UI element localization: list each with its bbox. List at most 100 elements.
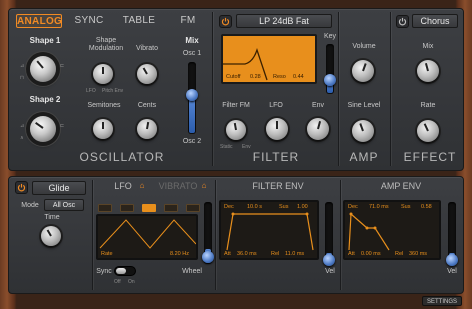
shape2-knob[interactable] bbox=[30, 116, 56, 142]
effect-section-title: EFFECT bbox=[403, 150, 457, 164]
effect-type-select[interactable]: Chorus bbox=[412, 14, 458, 28]
sine-level-label: Sine Level bbox=[347, 102, 381, 109]
tab-sync[interactable]: SYNC bbox=[72, 14, 106, 28]
cents-knob[interactable] bbox=[137, 119, 157, 139]
settings-button[interactable]: SETTINGS bbox=[421, 296, 462, 306]
volume-knob[interactable] bbox=[352, 60, 374, 82]
lfo-wheel-slider-cap[interactable] bbox=[202, 251, 214, 263]
effect-rate-knob[interactable] bbox=[417, 120, 439, 142]
filter-env-dec-label: Dec bbox=[224, 204, 234, 210]
glide-mode-select[interactable]: All Osc bbox=[44, 199, 84, 211]
volume-label: Volume bbox=[352, 43, 376, 50]
lfo-display[interactable]: Rate 8.20 Hz bbox=[96, 214, 198, 260]
divider-glide-lfo bbox=[92, 180, 93, 290]
cents-label: Cents bbox=[137, 102, 157, 109]
amp-env-att-label: Att bbox=[348, 251, 355, 257]
lfo-wave-triangle-icon[interactable] bbox=[142, 204, 156, 212]
shape2-label: Shape 2 bbox=[29, 95, 61, 104]
filter-env-knob[interactable] bbox=[307, 118, 329, 140]
divider-filter-amp bbox=[338, 12, 339, 166]
filter-env-vel-label: Vel bbox=[325, 268, 335, 275]
glide-time-label: Time bbox=[44, 214, 60, 221]
filter-env-rel-value: 11.0 ms bbox=[285, 251, 305, 257]
amp-env-sus-value: 0.58 bbox=[421, 204, 432, 210]
amp-env-title: AMP ENV bbox=[380, 181, 422, 191]
reso-label: Reso bbox=[273, 74, 286, 80]
osc2-label: Osc 2 bbox=[182, 138, 202, 145]
divider-filterenv-ampenv bbox=[340, 180, 341, 290]
lfo-sync-toggle[interactable] bbox=[114, 266, 136, 276]
key-slider-cap[interactable] bbox=[324, 74, 336, 86]
tab-table[interactable]: TABLE bbox=[118, 14, 160, 28]
lfo-sync-off-label: Off bbox=[114, 279, 121, 285]
reso-value: 0.44 bbox=[293, 74, 304, 80]
key-label: Key bbox=[323, 33, 337, 40]
semitones-knob[interactable] bbox=[93, 119, 113, 139]
lfo-mod-icon[interactable]: ⌂ bbox=[138, 181, 146, 190]
filter-env-display[interactable]: Dec 10.0 s Sus 1.00 Att 36.0 ms Rel 11.0… bbox=[219, 200, 319, 260]
sine-level-knob[interactable] bbox=[352, 120, 374, 142]
amp-env-vel-slider-cap[interactable] bbox=[446, 254, 458, 266]
vibrato-knob[interactable] bbox=[137, 64, 157, 84]
amp-section-title: AMP bbox=[349, 150, 379, 164]
shape1-label: Shape 1 bbox=[29, 36, 61, 45]
top-panel bbox=[8, 8, 464, 171]
amp-env-display[interactable]: Dec 71.0 ms Sus 0.58 Att 0.00 ms Rel 360… bbox=[343, 200, 441, 260]
amp-env-dec-label: Dec bbox=[348, 204, 358, 210]
key-slider[interactable] bbox=[326, 44, 334, 94]
filter-env-vel-slider-cap[interactable] bbox=[323, 254, 335, 266]
filter-display[interactable]: Cutoff 0.28 Reso 0.44 bbox=[221, 34, 317, 84]
effect-mix-knob[interactable] bbox=[417, 60, 439, 82]
lfo-wave-saw-icon[interactable] bbox=[164, 204, 178, 212]
filter-lfo-knob[interactable] bbox=[266, 118, 288, 140]
lfo-wave-square-icon[interactable] bbox=[98, 204, 112, 212]
lfo-sync-on-label: On bbox=[128, 279, 135, 285]
shape1-pulse-icon: ⊏ bbox=[60, 63, 65, 69]
lfo-wheel-label: Wheel bbox=[182, 268, 202, 275]
tab-analog[interactable]: ANALOG bbox=[16, 14, 62, 28]
effect-rate-label: Rate bbox=[420, 102, 436, 109]
filter-lfo-label: LFO bbox=[269, 102, 283, 109]
effect-power-button[interactable] bbox=[396, 15, 409, 28]
cutoff-value: 0.28 bbox=[250, 74, 261, 80]
filter-env-att-label: Att bbox=[224, 251, 231, 257]
vibrato-mod-icon[interactable]: ⌂ bbox=[200, 181, 208, 190]
shape-mod-lfo-label: LFO bbox=[86, 88, 96, 94]
amp-env-att-value: 0.00 ms bbox=[361, 251, 381, 257]
amp-env-rel-label: Rel bbox=[395, 251, 404, 257]
mix-label: Mix bbox=[185, 36, 199, 45]
shape1-knob[interactable] bbox=[30, 56, 56, 82]
lfo-wave-pulse-icon[interactable] bbox=[120, 204, 134, 212]
amp-env-dec-value: 71.0 ms bbox=[369, 204, 389, 210]
shape2-pulse-icon: ⊏ bbox=[60, 123, 65, 129]
shape1-square-icon: ⊓ bbox=[20, 75, 24, 81]
filter-power-button[interactable] bbox=[219, 15, 232, 28]
shape2-triangle-icon: ∧ bbox=[20, 135, 24, 141]
filter-env-rel-label: Rel bbox=[271, 251, 280, 257]
filter-env-vel-slider[interactable] bbox=[325, 202, 333, 262]
shape1-saw-icon: ⊿ bbox=[20, 63, 25, 69]
vibrato-tab[interactable]: VIBRATO bbox=[156, 181, 200, 191]
filter-env-sus-label: Sus bbox=[279, 204, 289, 210]
glide-time-knob[interactable] bbox=[41, 226, 61, 246]
lfo-sync-label: Sync bbox=[96, 268, 112, 275]
filter-type-select[interactable]: LP 24dB Fat bbox=[236, 14, 332, 28]
tab-fm[interactable]: FM bbox=[174, 14, 202, 28]
glide-power-button[interactable] bbox=[15, 181, 28, 194]
vibrato-label: Vibrato bbox=[135, 45, 159, 52]
filter-env-title: FILTER ENV bbox=[252, 181, 304, 191]
semitones-label: Semitones bbox=[87, 102, 121, 109]
divider-osc-filter bbox=[212, 12, 213, 166]
amp-env-vel-slider[interactable] bbox=[448, 202, 456, 262]
amp-env-sus-label: Sus bbox=[401, 204, 411, 210]
lfo-tab[interactable]: LFO bbox=[112, 181, 134, 191]
filter-section-title: FILTER bbox=[252, 150, 300, 164]
filter-fm-knob[interactable] bbox=[226, 120, 246, 140]
osc-mix-slider-cap[interactable] bbox=[186, 89, 198, 101]
oscillator-section-title: OSCILLATOR bbox=[79, 150, 165, 164]
lfo-wave-random-icon[interactable] bbox=[186, 204, 200, 212]
shape2-saw-icon: ⊿ bbox=[20, 123, 25, 129]
shape-modulation-knob[interactable] bbox=[93, 64, 113, 84]
filter-env-sus-value: 1.00 bbox=[297, 204, 308, 210]
lfo-rate-label: Rate bbox=[101, 251, 113, 257]
